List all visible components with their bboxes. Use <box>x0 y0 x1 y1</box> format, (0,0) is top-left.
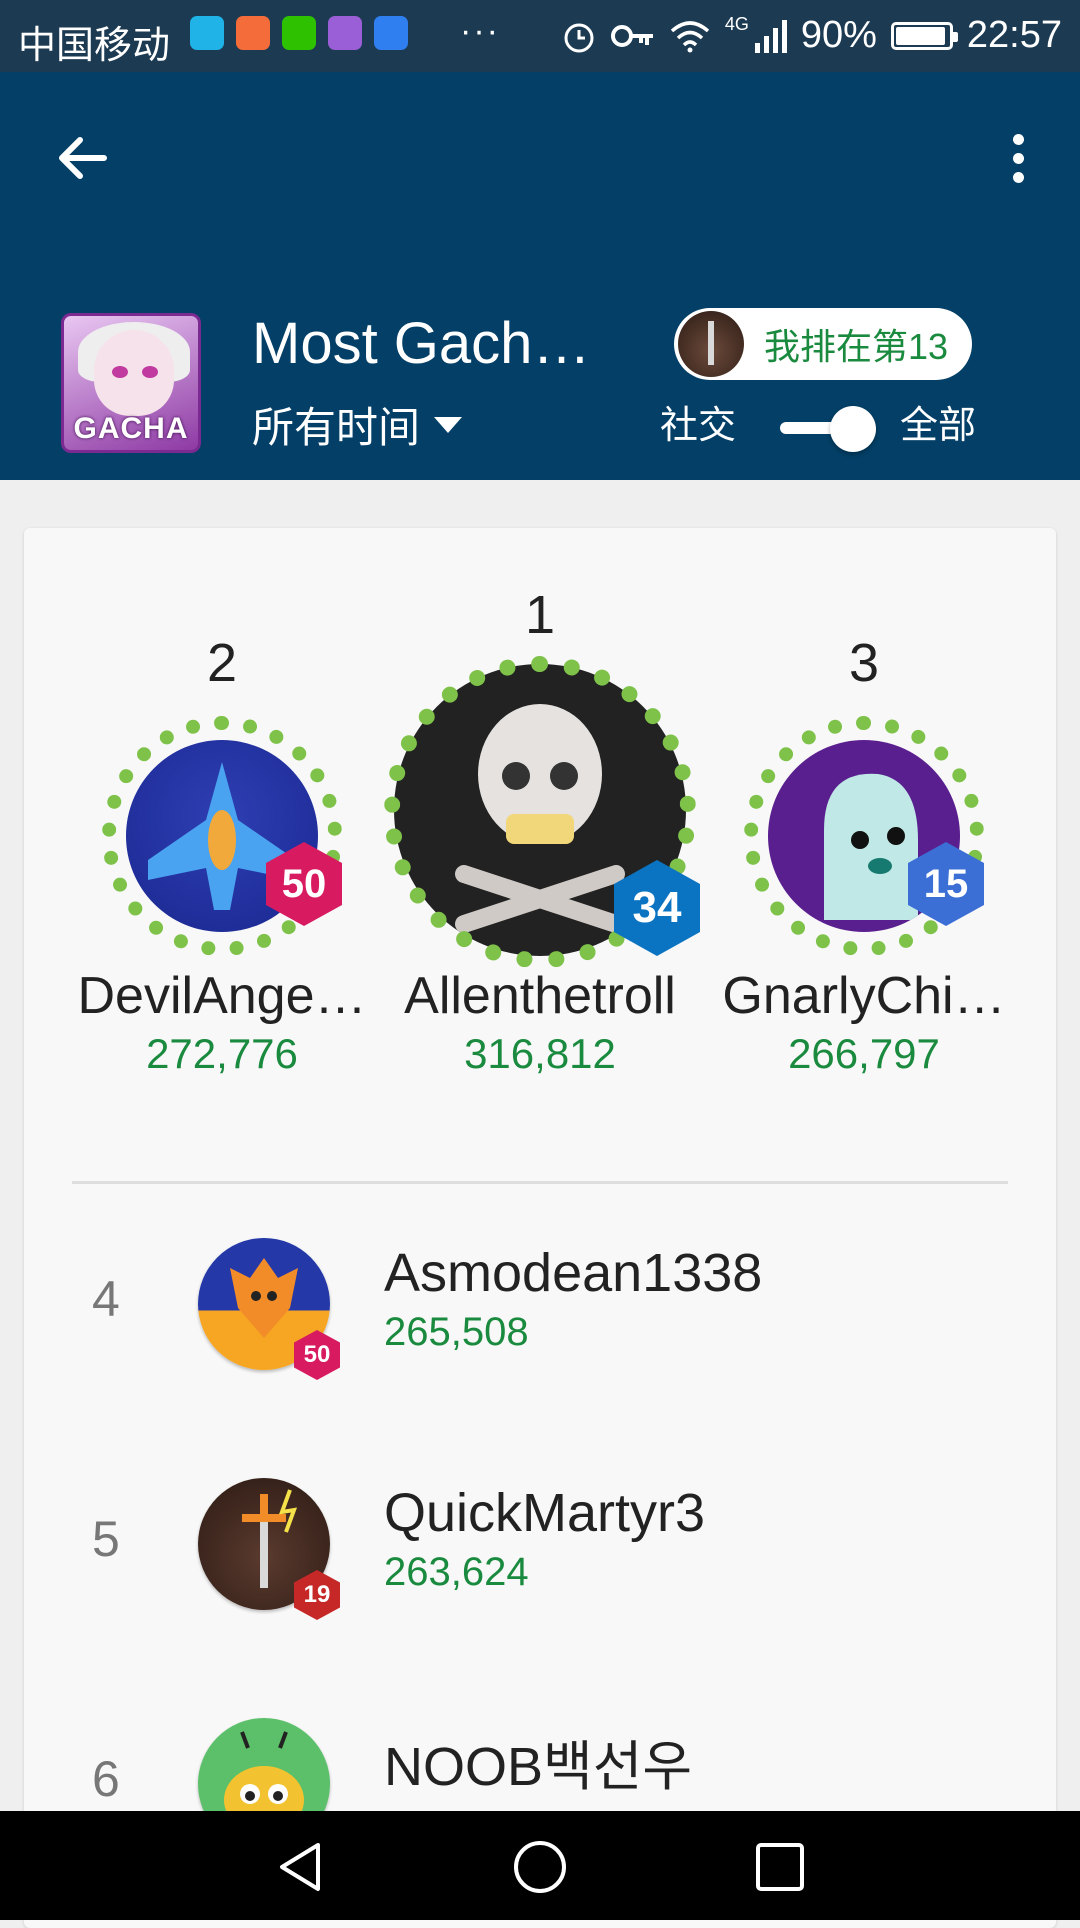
my-rank-label: 我排在第13 <box>764 326 949 367</box>
row-rank: 6 <box>92 1751 120 1807</box>
gallery-icon <box>328 16 362 50</box>
wechat-icon <box>282 16 316 50</box>
player-name: Asmodean1338 <box>384 1243 763 1303</box>
clock: 22:57 <box>966 14 1062 56</box>
status-bar: 中国移动 ··· 4G 90% 22:57 <box>0 0 1080 72</box>
player-name: Allenthetroll <box>404 967 676 1025</box>
battery-icon <box>890 21 958 50</box>
podium-entry-1[interactable]: 1 34 Allenthetroll 316,812 <box>384 584 700 1078</box>
player-name: DevilAnge… <box>77 967 367 1025</box>
row-rank: 4 <box>92 1271 120 1327</box>
dropdown-caret-icon <box>434 416 463 433</box>
key-icon <box>610 24 653 47</box>
player-avatar: 34 <box>380 656 700 968</box>
time-filter-dropdown[interactable]: 所有时间 <box>252 394 463 455</box>
player-name: NOOB백선우 <box>384 1737 693 1797</box>
notification-icons <box>190 16 408 50</box>
player-name: QuickMartyr3 <box>384 1483 706 1543</box>
player-avatar: 50 <box>102 716 342 956</box>
leaderboard-title: Most Gacha… <box>252 311 622 376</box>
wifi-icon <box>670 20 709 52</box>
signal-icon <box>754 19 787 53</box>
all-filter-label: 全部 <box>900 405 977 447</box>
podium-rank: 2 <box>206 633 238 693</box>
heart-app-icon <box>236 16 270 50</box>
player-score: 266,797 <box>788 1030 940 1077</box>
leaderboard-card: 2 50 DevilAnge… 272,776 1 34 Allenthetro… <box>24 528 1056 1928</box>
nav-recents-button[interactable] <box>752 1839 808 1895</box>
more-vert-icon <box>1012 133 1024 145</box>
nav-back-button[interactable] <box>272 1839 328 1895</box>
podium-rank: 3 <box>848 633 880 693</box>
my-avatar <box>678 311 744 377</box>
row-rank: 5 <box>92 1511 120 1567</box>
player-score: 265,508 <box>384 1310 529 1354</box>
alarm-icon <box>564 23 594 52</box>
tap-icon <box>190 16 224 50</box>
podium-rank: 1 <box>524 585 556 645</box>
player-avatar: 15 <box>744 716 984 956</box>
tieba-icon <box>374 16 408 50</box>
social-filter-label: 社交 <box>660 405 737 447</box>
battery-percent: 90% <box>800 14 877 56</box>
game-icon: GACHA <box>61 313 201 453</box>
player-score: 263,624 <box>384 1550 529 1594</box>
more-options-button[interactable] <box>996 128 1040 188</box>
nav-home-button[interactable] <box>512 1839 568 1895</box>
player-name: GnarlyChi… <box>722 967 1006 1025</box>
game-icon-label: GACHA <box>73 412 189 445</box>
network-type: 4G <box>724 14 749 34</box>
player-score: 316,812 <box>464 1030 616 1077</box>
my-rank-button[interactable]: 我排在第13 <box>674 308 972 380</box>
podium-entry-2[interactable]: 2 50 DevilAnge… 272,776 <box>72 632 372 1078</box>
carrier-label: 中国移动 <box>18 25 171 67</box>
leaderboard-row[interactable]: 5 19 QuickMartyr3 263,624 <box>24 1448 1056 1638</box>
back-button[interactable] <box>52 128 112 188</box>
time-filter-label: 所有时间 <box>252 404 421 451</box>
leaderboard-row[interactable]: 4 50 Asmodean1338 265,508 <box>24 1208 1056 1398</box>
podium-divider <box>72 1181 1008 1184</box>
podium-entry-3[interactable]: 3 15 GnarlyChi… 266,797 <box>714 632 1014 1078</box>
more-notifications-icon: ··· <box>460 12 500 50</box>
system-nav-bar <box>0 1811 1080 1920</box>
social-all-toggle[interactable] <box>780 402 876 454</box>
back-arrow-icon <box>59 137 107 179</box>
leaderboard-header: GACHA Most Gacha… 所有时间 我排在第13 社交 全部 <box>0 72 1080 480</box>
player-score: 272,776 <box>146 1030 298 1077</box>
